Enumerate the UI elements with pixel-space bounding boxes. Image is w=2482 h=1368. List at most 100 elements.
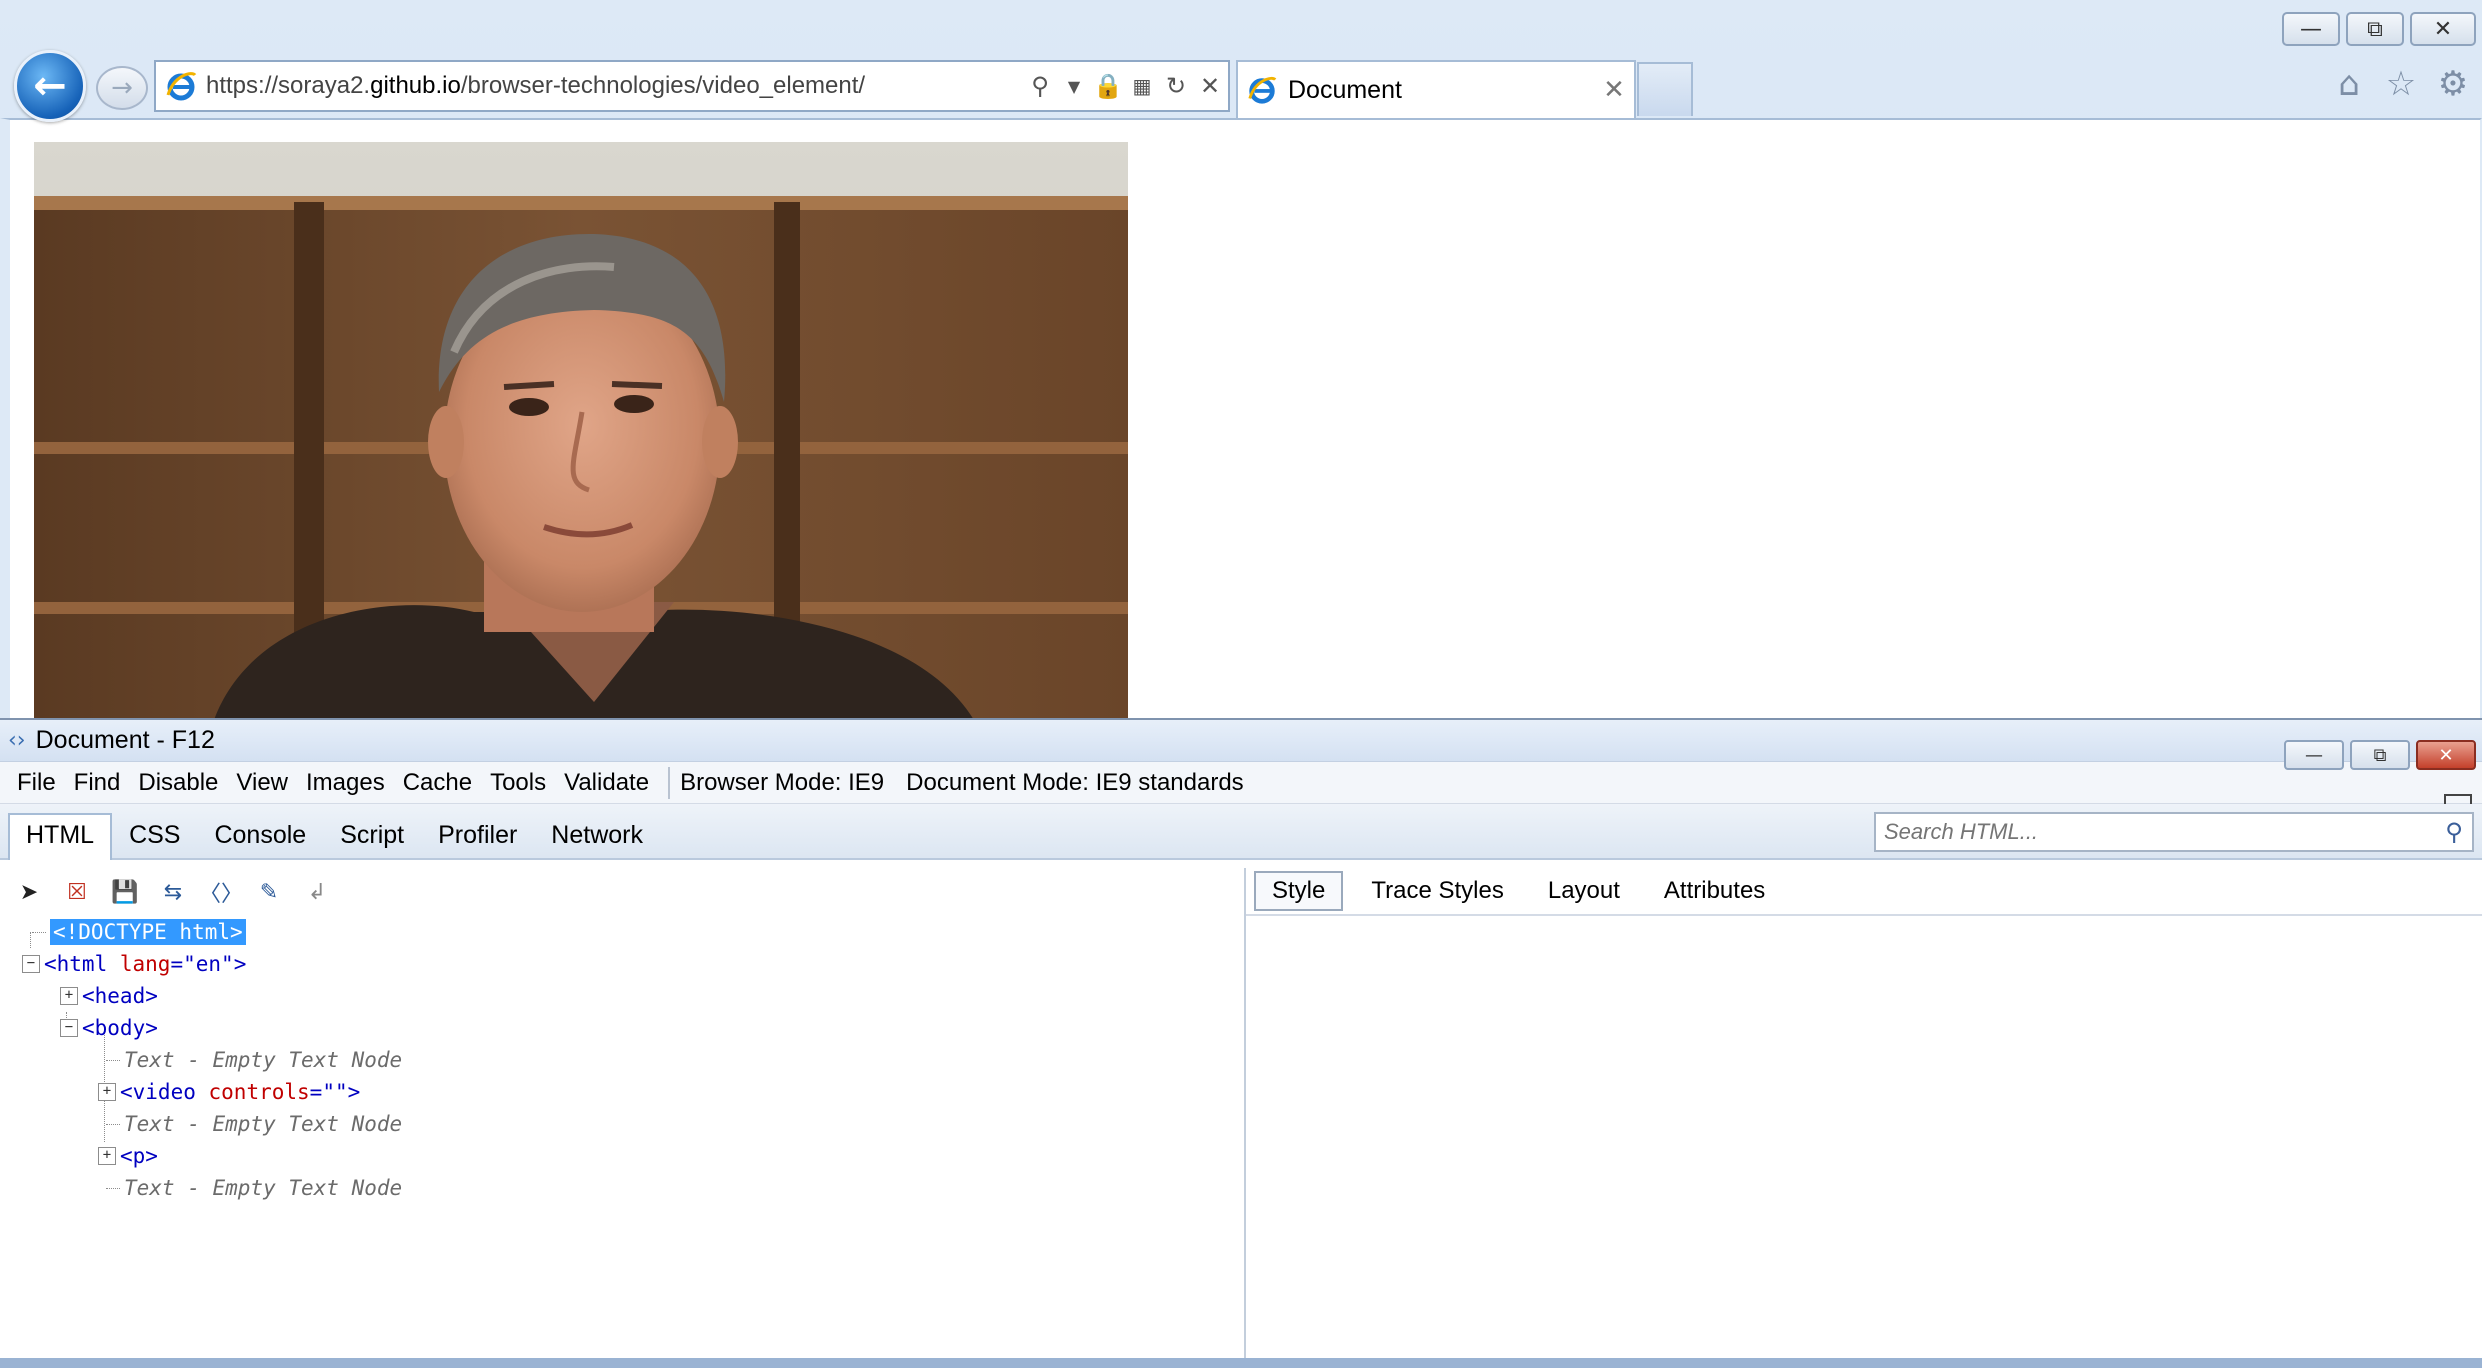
- empty-text-node: Text - Empty Text Node: [124, 1112, 403, 1136]
- dropdown-arrow-icon[interactable]: ▼: [1058, 66, 1090, 106]
- tab-trace-styles[interactable]: Trace Styles: [1355, 873, 1519, 909]
- url-host: github.io: [370, 72, 461, 99]
- tab-script[interactable]: Script: [323, 821, 421, 858]
- tree-node-video[interactable]: + <video controls = "" >: [10, 1076, 1244, 1108]
- tree-node-html[interactable]: − <html lang = "en" >: [10, 948, 1244, 980]
- style-pane: Style Trace Styles Layout Attributes: [1246, 868, 2482, 1368]
- element-source-icon[interactable]: 〈〉: [199, 877, 243, 907]
- devtools-close-button[interactable]: ✕: [2416, 740, 2476, 770]
- tree-node-text[interactable]: Text - Empty Text Node: [10, 1172, 1244, 1204]
- tree-node-head[interactable]: + <head>: [10, 980, 1244, 1012]
- menu-view[interactable]: View: [227, 769, 297, 797]
- tab-html[interactable]: HTML: [8, 813, 113, 860]
- menu-cache[interactable]: Cache: [394, 769, 481, 797]
- head-tag: <head>: [82, 984, 158, 1008]
- word-wrap-icon[interactable]: ↲: [302, 877, 332, 907]
- forward-arrow-icon: →: [111, 73, 133, 103]
- select-element-icon[interactable]: ➤: [14, 877, 44, 907]
- new-tab-button[interactable]: [1637, 62, 1693, 116]
- menu-disable[interactable]: Disable: [129, 769, 227, 797]
- body-tag: <body>: [82, 1016, 158, 1040]
- url-text[interactable]: https://soraya2.github.io/browser-techno…: [206, 72, 1024, 100]
- menu-tools[interactable]: Tools: [481, 769, 555, 797]
- tree-node-p[interactable]: + <p>: [10, 1140, 1244, 1172]
- devtools-title: Document - F12: [35, 726, 215, 754]
- devtools-tabbar: HTML CSS Console Script Profiler Network…: [0, 804, 2482, 860]
- html-tag-close: >: [233, 952, 247, 976]
- tab-layout[interactable]: Layout: [1532, 873, 1636, 909]
- lock-icon[interactable]: 🔒: [1092, 66, 1124, 106]
- browser-toolbar: ⌂ ☆ ⚙: [2330, 64, 2472, 104]
- html-tag: <html: [44, 952, 108, 976]
- devtools-bottom-border: [0, 1358, 2482, 1368]
- devtools-restore-button[interactable]: ⧉: [2350, 740, 2410, 770]
- menu-images[interactable]: Images: [297, 769, 394, 797]
- devtools-minimize-button[interactable]: —: [2284, 740, 2344, 770]
- video-player[interactable]: [34, 142, 1128, 720]
- expand-icon[interactable]: +: [60, 987, 78, 1005]
- devtools-window: ‹› Document - F12 — ⧉ ✕ File Find Disabl…: [0, 718, 2482, 1368]
- restore-icon: ⧉: [2367, 16, 2383, 42]
- search-html-input[interactable]: [1884, 819, 2436, 845]
- tree-node-text[interactable]: Text - Empty Text Node: [10, 1044, 1244, 1076]
- back-arrow-icon: ←: [33, 63, 67, 109]
- favorites-star-icon[interactable]: ☆: [2382, 64, 2420, 104]
- minimize-icon: —: [2305, 744, 2323, 766]
- compatibility-view-icon[interactable]: ▦: [1126, 66, 1158, 106]
- menu-find[interactable]: Find: [65, 769, 130, 797]
- video-tag: <video: [120, 1080, 196, 1104]
- collapse-icon[interactable]: −: [22, 955, 40, 973]
- restore-button[interactable]: ⧉: [2346, 12, 2404, 46]
- expand-icon[interactable]: +: [98, 1147, 116, 1165]
- refresh-icon[interactable]: ↻: [1160, 66, 1192, 106]
- tab-console[interactable]: Console: [197, 821, 323, 858]
- collapse-icon[interactable]: −: [60, 1019, 78, 1037]
- devtools-icon: ‹›: [8, 728, 26, 753]
- video-tag-close: >: [347, 1080, 361, 1104]
- back-button[interactable]: ←: [14, 50, 86, 122]
- url-prefix: https://soraya2.: [206, 72, 371, 99]
- html-toolbar: ➤ ☒ 💾 ⇆ 〈〉 ✎ ↲: [0, 868, 1244, 916]
- close-icon: ✕: [2438, 744, 2454, 766]
- video-attr-value: "": [322, 1080, 348, 1104]
- home-icon[interactable]: ⌂: [2330, 64, 2368, 104]
- tab-close-button[interactable]: ✕: [1594, 70, 1634, 110]
- forward-button[interactable]: →: [96, 66, 148, 110]
- close-icon: ✕: [2433, 16, 2453, 42]
- search-icon[interactable]: ⚲: [2436, 814, 2472, 850]
- url-path: /browser-technologies/video_element/: [460, 72, 866, 99]
- tab-network[interactable]: Network: [534, 821, 660, 858]
- settings-gear-icon[interactable]: ⚙: [2434, 64, 2472, 104]
- expand-icon[interactable]: +: [98, 1083, 116, 1101]
- tree-connector: [106, 1187, 120, 1189]
- stop-icon[interactable]: ✕: [1194, 66, 1226, 106]
- ie-logo-icon: [1248, 76, 1277, 104]
- devtools-window-controls: — ⧉ ✕: [2284, 740, 2476, 770]
- close-window-button[interactable]: ✕: [2410, 12, 2476, 46]
- refresh-tree-icon[interactable]: ⇆: [158, 877, 188, 907]
- tab-profiler[interactable]: Profiler: [421, 821, 534, 858]
- browser-mode-menu[interactable]: Browser Mode: IE9: [680, 769, 884, 797]
- menu-file[interactable]: File: [8, 769, 65, 797]
- tab-document[interactable]: Document ✕: [1236, 60, 1636, 118]
- save-icon[interactable]: 💾: [110, 877, 140, 907]
- ie-logo-icon: [166, 72, 197, 101]
- search-icon[interactable]: ⚲: [1024, 66, 1056, 106]
- tree-node-body[interactable]: − <body>: [10, 1012, 1244, 1044]
- tab-attributes[interactable]: Attributes: [1648, 873, 1781, 909]
- document-mode-menu[interactable]: Document Mode: IE9 standards: [906, 769, 1244, 797]
- tree-node-doctype[interactable]: <!DOCTYPE html>: [10, 916, 1244, 948]
- edit-icon[interactable]: ✎: [254, 877, 284, 907]
- html-attr-value: "en": [183, 952, 234, 976]
- tree-node-text[interactable]: Text - Empty Text Node: [10, 1108, 1244, 1140]
- tree-connector: [106, 1123, 120, 1125]
- menu-validate[interactable]: Validate: [555, 769, 658, 797]
- tab-css[interactable]: CSS: [112, 821, 197, 858]
- tab-style[interactable]: Style: [1254, 871, 1344, 911]
- devtools-titlebar: ‹› Document - F12: [0, 720, 2482, 762]
- minimize-button[interactable]: —: [2282, 12, 2340, 46]
- address-bar[interactable]: https://soraya2.github.io/browser-techno…: [154, 60, 1230, 112]
- clear-outline-icon[interactable]: ☒: [62, 877, 92, 907]
- tree-connector: [32, 931, 46, 933]
- tab-label: Document: [1288, 75, 1402, 104]
